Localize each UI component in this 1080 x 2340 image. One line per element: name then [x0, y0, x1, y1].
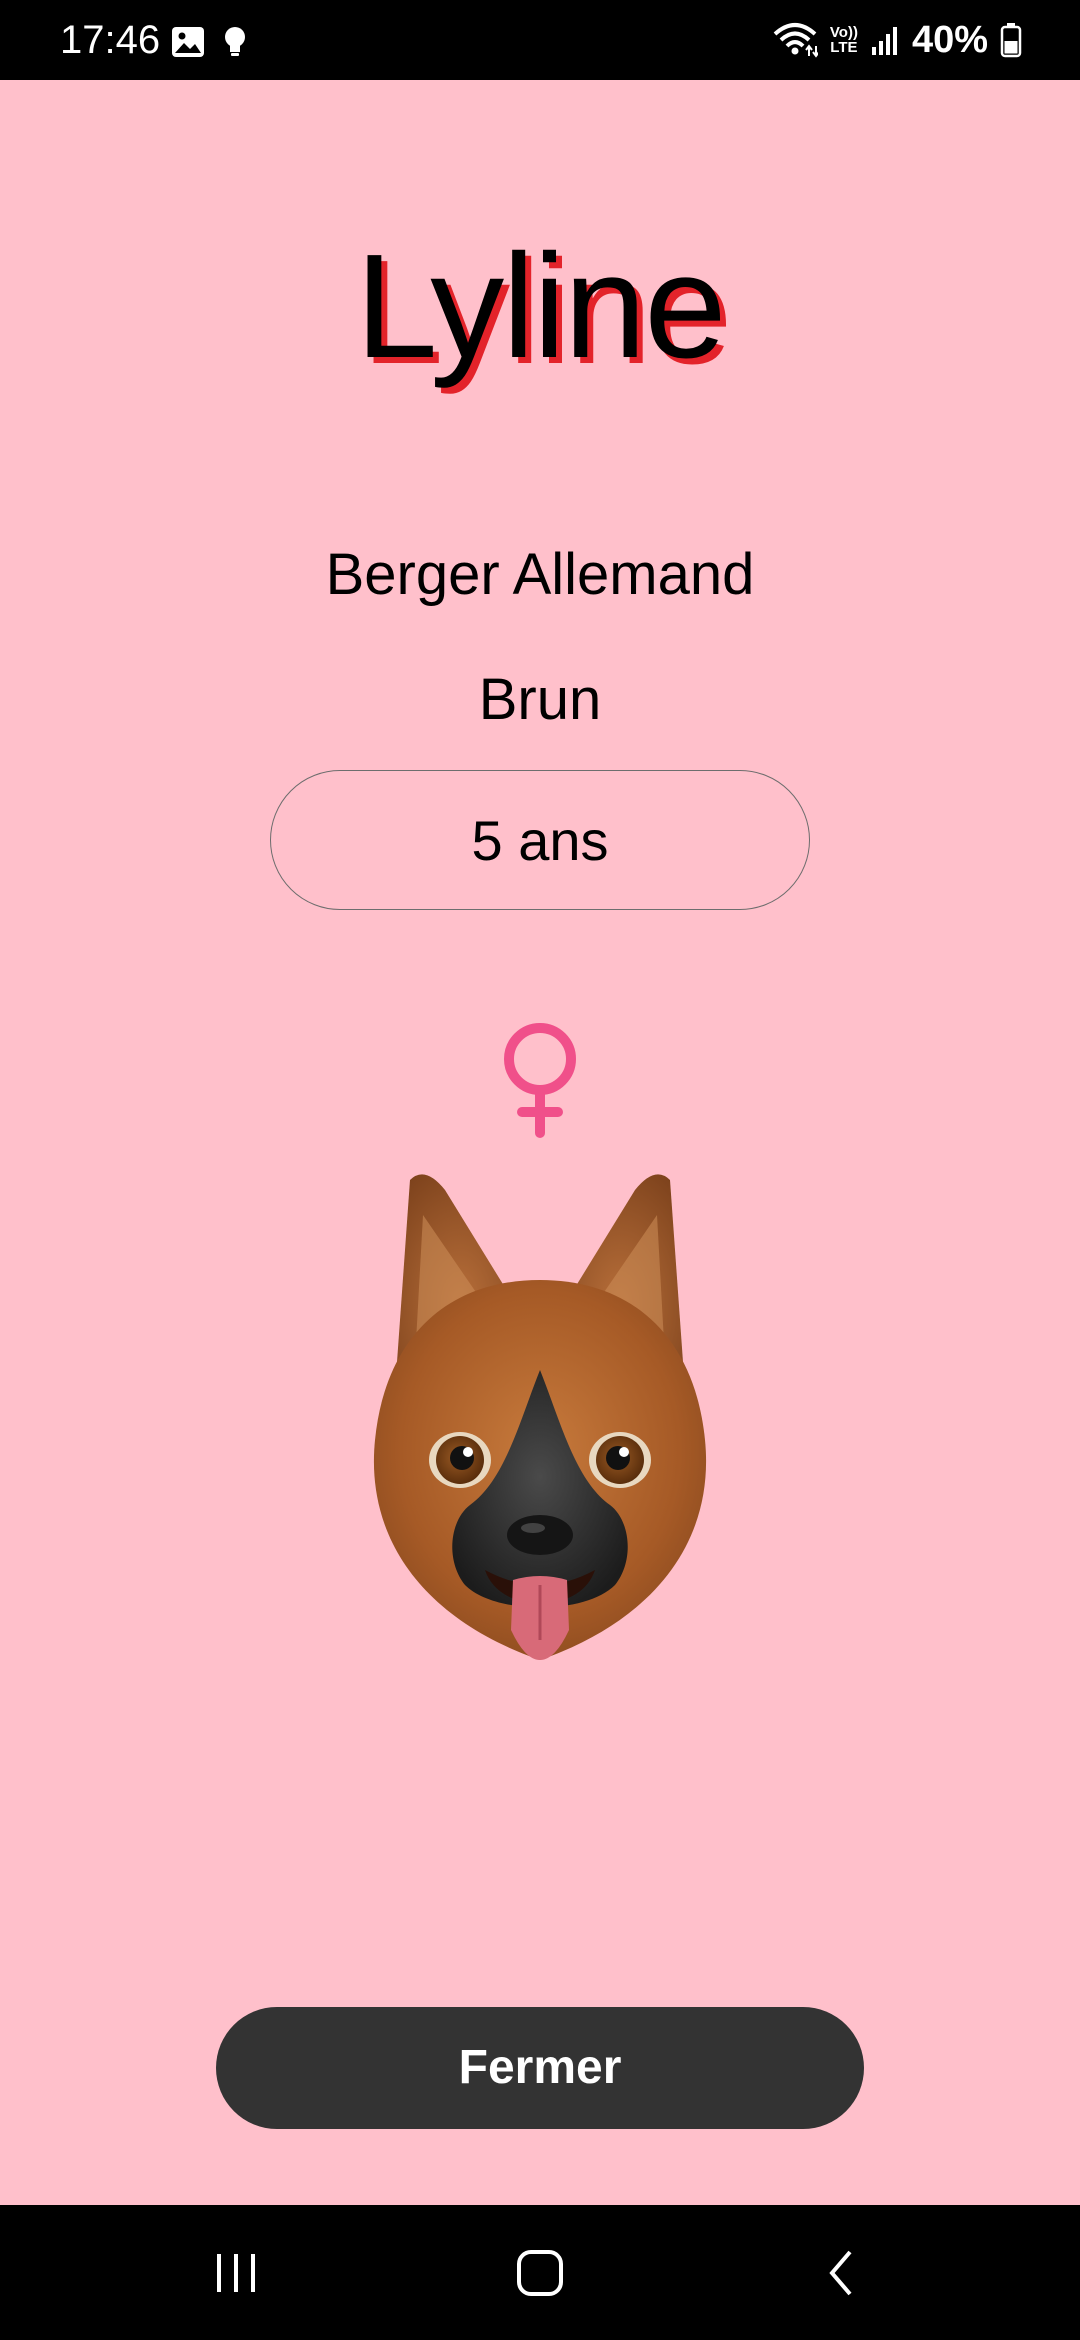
pet-name: Lyline [355, 224, 726, 389]
status-left-icons [170, 22, 248, 62]
pet-breed: Berger Allemand [325, 542, 755, 607]
close-button[interactable]: Fermer [216, 2007, 864, 2129]
battery-icon [1000, 23, 1022, 58]
battery-percent: 40% [911, 18, 988, 61]
recent-apps-button[interactable] [146, 2205, 326, 2340]
home-icon [517, 2249, 563, 2296]
back-button[interactable] [752, 2205, 932, 2340]
gallery-icon [172, 27, 204, 57]
screen: 17:46 Vo)) LTE 40% Lyline Berger Alleman… [0, 0, 1080, 2340]
recent-apps-icon [217, 2253, 255, 2292]
status-bar: 17:46 Vo)) LTE 40% [0, 0, 1080, 80]
pet-age: 5 ans [270, 770, 810, 910]
network-label-bottom: LTE [830, 39, 858, 56]
german-shepherd-avatar [373, 1174, 707, 1660]
pet-color: Brun [478, 667, 602, 732]
female-icon [504, 1023, 576, 1138]
nose [507, 1515, 573, 1555]
signal-icon [871, 27, 897, 55]
network-label-top: Vo)) [829, 24, 858, 41]
home-button[interactable] [450, 2205, 630, 2340]
status-time: 17:46 [60, 18, 161, 62]
back-icon [829, 2250, 852, 2295]
nav-bar [0, 2205, 1080, 2340]
wifi-icon [773, 23, 818, 58]
bulb-icon [225, 27, 245, 56]
network-type: Vo)) LTE [830, 25, 858, 55]
status-right: Vo)) LTE 40% [772, 0, 1022, 80]
